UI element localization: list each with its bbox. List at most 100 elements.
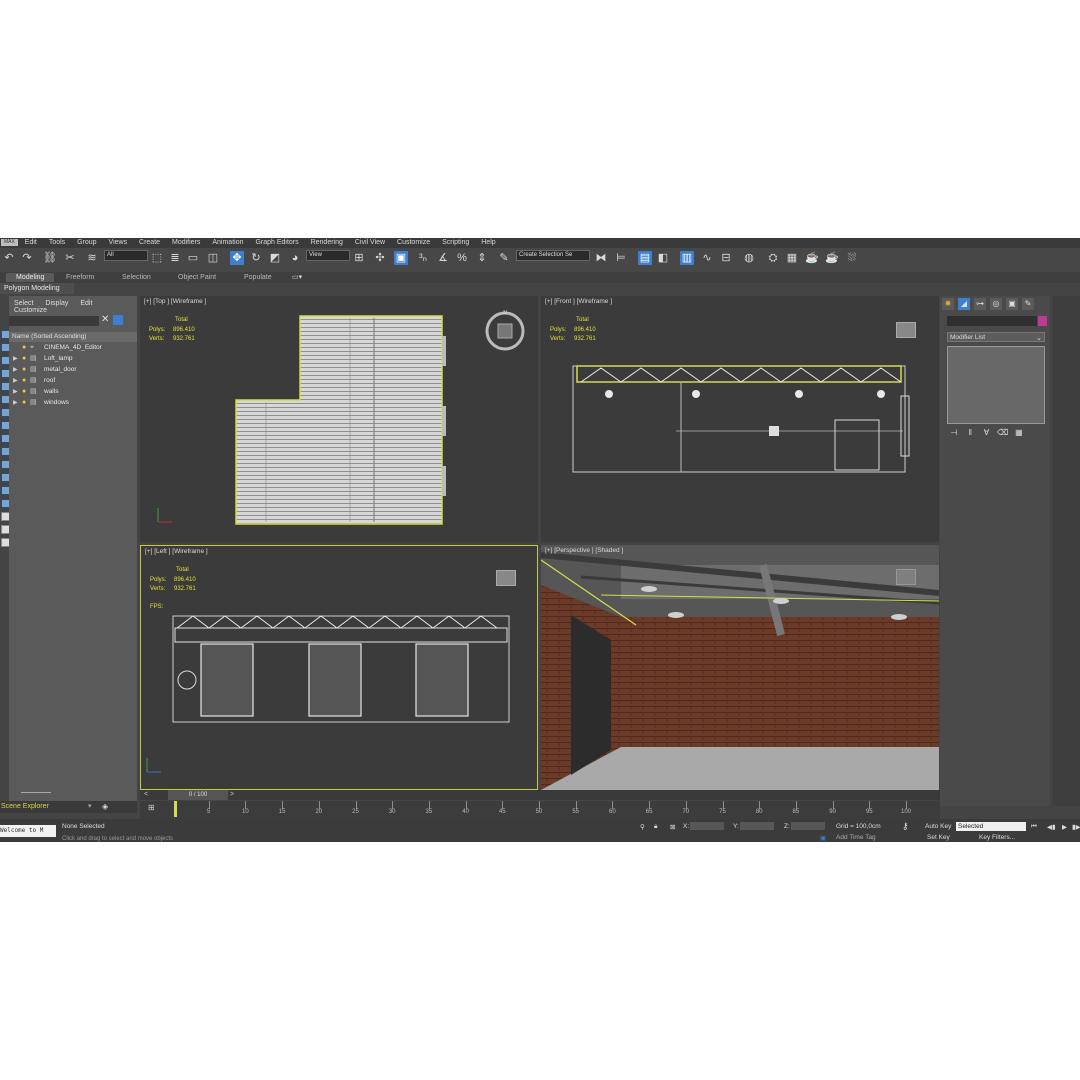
layer-stack-icon[interactable]: ◈ (102, 801, 108, 813)
select-and-rotate-icon[interactable]: ↻ (249, 251, 263, 265)
menu-group[interactable]: Group (72, 238, 101, 248)
menu-customize[interactable]: Customize (392, 238, 435, 248)
list-item[interactable]: ▶ ● ▤ roof (9, 376, 137, 386)
edit-named-selection-icon[interactable]: ✎ (497, 251, 511, 265)
scene-explorer-title[interactable]: Scene Explorer (1, 801, 49, 813)
hierarchy-tab-icon[interactable]: ⊶ (974, 298, 986, 310)
reference-coordinate-dropdown[interactable]: View (306, 250, 350, 261)
object-color-swatch[interactable] (1038, 316, 1047, 326)
light-bulb-icon[interactable]: ● (22, 398, 26, 408)
play-icon[interactable]: ▶ (1062, 823, 1067, 831)
menu-tools[interactable]: Tools (44, 238, 70, 248)
object-name-field[interactable] (947, 316, 1037, 326)
clear-search-icon[interactable]: ✕ (101, 314, 109, 325)
menu-create[interactable]: Create (134, 238, 165, 248)
percent-snap-icon[interactable]: % (455, 251, 469, 265)
y-coordinate-field[interactable] (740, 822, 774, 830)
motion-tab-icon[interactable]: ◎ (990, 298, 1002, 310)
curve-editor-icon[interactable]: ∿ (700, 251, 714, 265)
go-to-start-icon[interactable]: ⏮ (1031, 823, 1037, 831)
viewport-top[interactable]: [+] [Top ] [Wireframe ] Total Polys: 896.… (140, 296, 538, 542)
menu-edit-se[interactable]: Edit (80, 300, 92, 307)
remove-modifier-icon[interactable]: ⌫ (996, 428, 1010, 437)
menu-select[interactable]: Select (14, 300, 33, 307)
modifier-stack[interactable] (947, 346, 1045, 424)
expand-arrow-icon[interactable]: ▶ (13, 398, 18, 408)
expand-arrow-icon[interactable]: ▶ (13, 365, 18, 375)
set-key-button[interactable]: Set Key (927, 834, 950, 841)
absolute-mode-icon[interactable]: ⊠ (670, 823, 675, 831)
polygon-modeling-panel[interactable]: Polygon Modeling (0, 283, 74, 294)
menu-civil-view[interactable]: Civil View (350, 238, 390, 248)
scene-explorer-toggle-icon[interactable]: ▤ (638, 251, 652, 265)
viewcube-icon[interactable] (896, 569, 916, 585)
previous-frame-icon[interactable]: < (144, 790, 148, 800)
viewport-label[interactable]: [+] [Perspective ] [Shaded ] (545, 547, 623, 554)
render-online-icon[interactable]: ⛆ (845, 251, 859, 265)
mirror-icon[interactable]: ⧓ (594, 251, 608, 265)
list-item[interactable]: ▶ ● ▤ walls (9, 387, 137, 397)
panel-scrollbar[interactable] (1053, 296, 1080, 806)
bind-space-warp-icon[interactable]: ≋ (85, 251, 99, 265)
light-bulb-icon[interactable]: ● (22, 365, 26, 375)
time-slider[interactable]: < 0 / 100 > (140, 790, 940, 800)
select-and-place-icon[interactable]: ◕ (288, 251, 302, 265)
light-bulb-icon[interactable]: ● (22, 343, 26, 353)
spinner-snap-icon[interactable]: ⇕ (475, 251, 489, 265)
maxscript-listener[interactable]: Welcome to M (0, 825, 56, 837)
menu-graph-editors[interactable]: Graph Editors (250, 238, 303, 248)
menu-customize-se[interactable]: Customize (14, 307, 47, 314)
z-coordinate-field[interactable] (791, 822, 825, 830)
tab-populate[interactable]: Populate (244, 273, 272, 282)
next-frame-icon[interactable]: > (230, 790, 234, 800)
chevron-down-icon[interactable]: ⌄ (1036, 334, 1042, 342)
scene-search-input[interactable] (9, 316, 99, 326)
expand-arrow-icon[interactable]: ▶ (13, 354, 18, 364)
create-tab-icon[interactable]: ✹ (942, 298, 954, 310)
select-object-icon[interactable]: ⬚ (150, 251, 164, 265)
link-icon[interactable]: ⛓ (43, 251, 57, 265)
key-icon[interactable]: ⚷ (902, 821, 909, 832)
tab-object-paint[interactable]: Object Paint (178, 273, 216, 282)
viewport-left[interactable]: [+] [Left ] [Wireframe ] Total Polys: 896… (140, 545, 538, 790)
selection-filter-dropdown[interactable]: All (104, 250, 148, 261)
expand-arrow-icon[interactable]: ▶ (13, 387, 18, 397)
configure-modifier-sets-icon[interactable]: ▦ (1012, 428, 1026, 437)
tab-selection[interactable]: Selection (122, 273, 151, 282)
menu-scripting[interactable]: Scripting (437, 238, 474, 248)
next-key-icon[interactable]: ▮▶ (1072, 823, 1080, 831)
ribbon-toggle-icon[interactable]: ▥ (680, 251, 694, 265)
unlink-icon[interactable]: ✂ (63, 251, 77, 265)
current-frame-marker[interactable] (174, 801, 177, 817)
app-logo[interactable]: MAX (1, 238, 18, 246)
named-selection-sets-dropdown[interactable]: Create Selection Se (516, 250, 590, 261)
previous-key-icon[interactable]: ◀▮ (1047, 823, 1056, 831)
list-item[interactable]: ▶ ● ▤ windows (9, 398, 137, 408)
render-iterative-icon[interactable]: ☕ (825, 251, 839, 265)
list-item[interactable]: ● ⌖ CINEMA_4D_Editor (9, 343, 137, 353)
rect-selection-icon[interactable]: ▭ (186, 251, 200, 265)
rendered-frame-window-icon[interactable]: ▦ (785, 251, 799, 265)
list-item[interactable]: ▶ ● ▤ metal_door (9, 365, 137, 375)
menu-modifiers[interactable]: Modifiers (167, 238, 205, 248)
make-unique-icon[interactable]: ∀ (979, 428, 993, 437)
pin-stack-icon[interactable]: ⊣ (947, 428, 961, 437)
lock-selection-icon[interactable]: 🔒︎ (654, 823, 657, 831)
light-bulb-icon[interactable]: ● (22, 354, 26, 364)
keyboard-shortcut-override-icon[interactable]: ▣ (394, 251, 408, 265)
light-bulb-icon[interactable]: ● (22, 376, 26, 386)
x-coordinate-field[interactable] (690, 822, 724, 830)
light-bulb-icon[interactable]: ● (22, 387, 26, 397)
select-and-scale-icon[interactable]: ◩ (268, 251, 282, 265)
tab-modeling[interactable]: Modeling (6, 273, 55, 282)
time-tag-icon[interactable]: ▣ (820, 834, 826, 842)
mini-curve-editor-icon[interactable]: ⊞ (148, 803, 155, 812)
utilities-tab-icon[interactable]: ✎ (1022, 298, 1034, 310)
column-header[interactable]: Name (Sorted Ascending) (9, 332, 137, 342)
menu-display[interactable]: Display (45, 300, 68, 307)
menu-animation[interactable]: Animation (207, 238, 248, 248)
menu-rendering[interactable]: Rendering (306, 238, 348, 248)
pivot-center-icon[interactable]: ⊞ (352, 251, 366, 265)
tab-freeform[interactable]: Freeform (66, 273, 94, 282)
frame-counter[interactable]: 0 / 100 (168, 790, 228, 800)
